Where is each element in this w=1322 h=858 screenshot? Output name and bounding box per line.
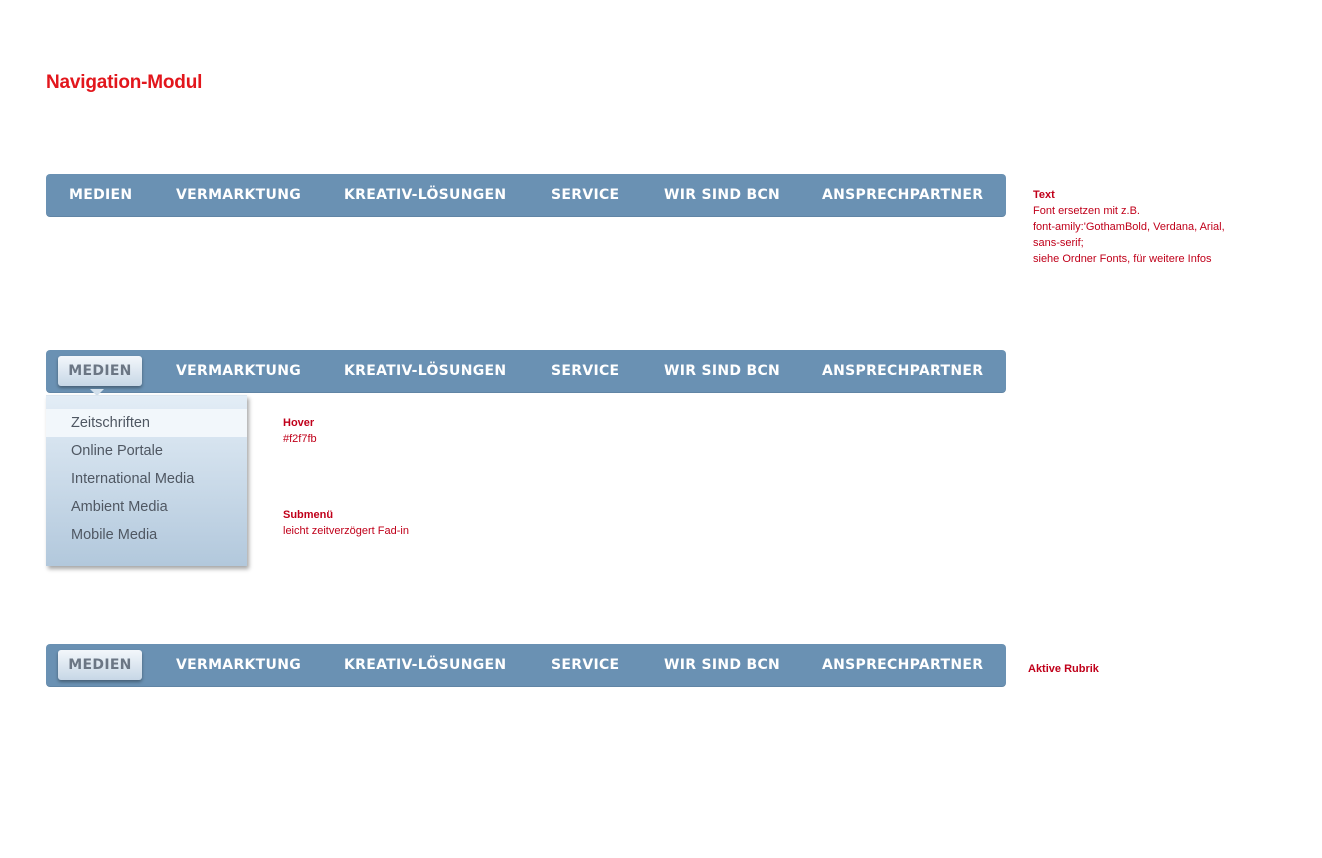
nav-item-service[interactable]: SERVICE [551,350,619,393]
submenu-item-international-media[interactable]: International Media [46,465,247,493]
nav-item-kreativ-loesungen[interactable]: KREATIV-LÖSUNGEN [344,350,506,393]
nav-item-medien-hover[interactable]: MEDIEN [58,356,142,386]
note-hover-line: #f2f7fb [283,433,317,445]
nav-item-wir-sind-bcn[interactable]: WIR SIND BCN [664,350,780,393]
page-title: Navigation-Modul [46,72,203,93]
nav-item-vermarktung[interactable]: VERMARKTUNG [176,174,301,217]
nav-item-medien[interactable]: MEDIEN [69,174,132,217]
submenu-medien: Zeitschriften Online Portale Internation… [46,395,247,566]
note-active: Aktive Rubrik [1028,661,1099,677]
note-text-line: siehe Ordner Fonts, für weitere Infos [1033,253,1212,265]
submenu-item-online-portale[interactable]: Online Portale [46,437,247,465]
nav-item-ansprechpartner[interactable]: ANSPRECHPARTNER [822,350,983,393]
nav-item-vermarktung[interactable]: VERMARKTUNG [176,644,301,687]
note-text-line: Font ersetzen mit z.B. [1033,205,1140,217]
note-text: Text Font ersetzen mit z.B. font-amily:'… [1033,187,1225,267]
nav-item-kreativ-loesungen[interactable]: KREATIV-LÖSUNGEN [344,174,506,217]
note-text-line: font-amily:'GothamBold, Verdana, Arial, [1033,221,1225,233]
note-text-line: sans-serif; [1033,237,1084,249]
nav-item-ansprechpartner[interactable]: ANSPRECHPARTNER [822,644,983,687]
nav-item-service[interactable]: SERVICE [551,174,619,217]
note-text-title: Text [1033,189,1055,201]
note-submenu-title: Submenü [283,509,334,521]
navbar-default: MEDIEN VERMARKTUNG KREATIV-LÖSUNGEN SERV… [46,174,1006,217]
note-submenu: Submenü leicht zeitverzögert Fad-in [283,507,409,539]
note-hover: Hover #f2f7fb [283,415,317,447]
navbar-hover: MEDIEN VERMARKTUNG KREATIV-LÖSUNGEN SERV… [46,350,1006,396]
nav-item-wir-sind-bcn[interactable]: WIR SIND BCN [664,644,780,687]
submenu-item-zeitschriften[interactable]: Zeitschriften [46,409,247,437]
submenu-item-ambient-media[interactable]: Ambient Media [46,493,247,521]
nav-item-ansprechpartner[interactable]: ANSPRECHPARTNER [822,174,983,217]
submenu-item-mobile-media[interactable]: Mobile Media [46,521,247,549]
nav-item-medien-active[interactable]: MEDIEN [58,650,142,680]
nav-item-service[interactable]: SERVICE [551,644,619,687]
nav-item-vermarktung[interactable]: VERMARKTUNG [176,350,301,393]
nav-item-kreativ-loesungen[interactable]: KREATIV-LÖSUNGEN [344,644,506,687]
nav-item-wir-sind-bcn[interactable]: WIR SIND BCN [664,174,780,217]
note-hover-title: Hover [283,417,315,429]
navbar-active: MEDIEN VERMARKTUNG KREATIV-LÖSUNGEN SERV… [46,644,1006,687]
note-active-title: Aktive Rubrik [1028,663,1099,675]
note-submenu-line: leicht zeitverzögert Fad-in [283,525,409,537]
